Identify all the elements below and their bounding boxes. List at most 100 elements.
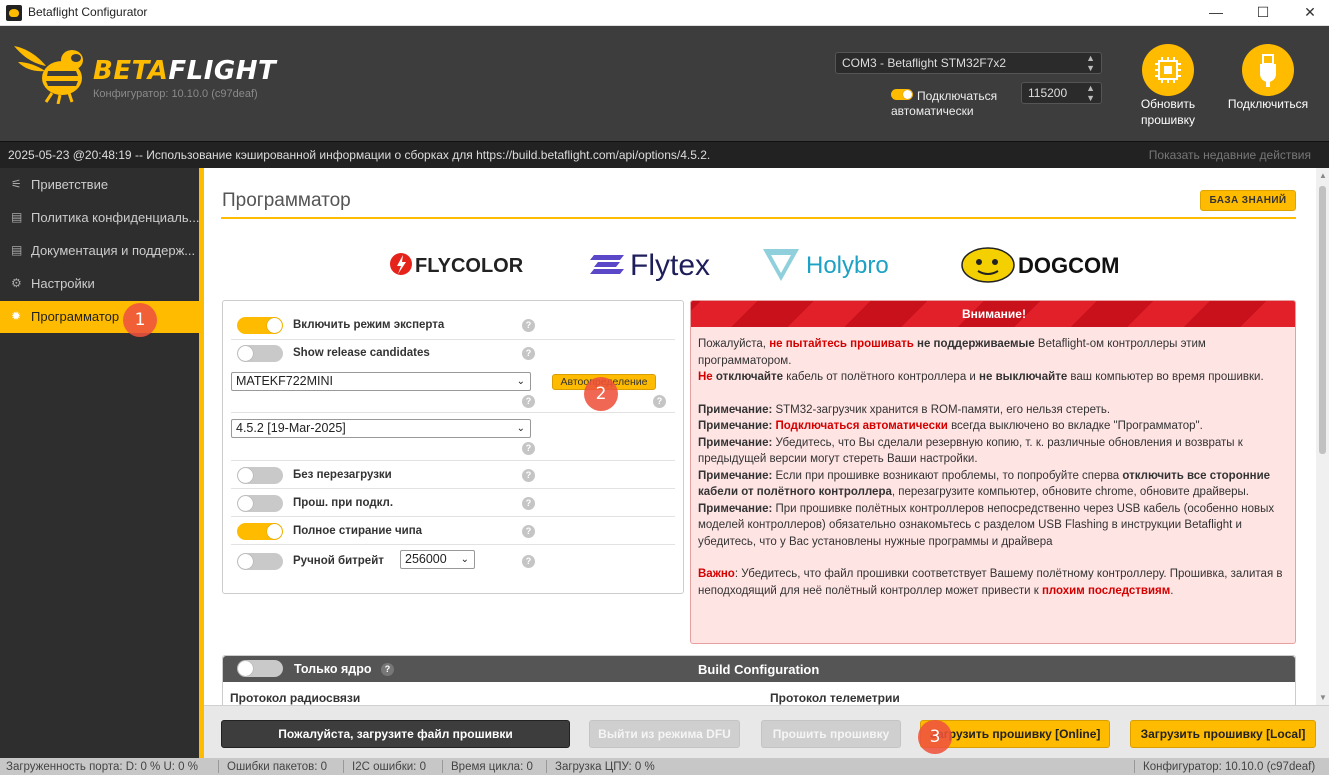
full-erase-toggle[interactable] xyxy=(237,523,283,540)
sidebar-item-welcome[interactable]: ⚟ Приветствие xyxy=(0,169,199,201)
port-select[interactable]: COM3 - Betaflight STM32F7x2 ▲ ▼ xyxy=(835,52,1102,74)
divider xyxy=(231,339,675,340)
help-icon[interactable]: ? xyxy=(522,469,535,482)
help-icon[interactable]: ? xyxy=(522,395,535,408)
build-configuration-panel: Только ядро ? Build Configuration Проток… xyxy=(222,655,1296,705)
flash-on-connect-toggle[interactable] xyxy=(237,495,283,512)
cycle-time: Время цикла: 0 xyxy=(451,761,533,773)
brand-flycolor: FLYCOLOR xyxy=(389,243,557,285)
connect-label: Подключиться xyxy=(1227,97,1309,111)
cpu-load: Загрузка ЦПУ: 0 % xyxy=(555,761,655,773)
help-icon[interactable]: ? xyxy=(522,497,535,510)
svg-text:Flytex: Flytex xyxy=(630,249,710,282)
help-icon[interactable]: ? xyxy=(522,555,535,568)
help-icon[interactable]: ? xyxy=(522,442,535,455)
plug-icon: ⚟ xyxy=(11,177,22,191)
help-icon[interactable]: ? xyxy=(381,663,394,676)
status-bar: Загруженность порта: D: 0 % U: 0 % Ошибк… xyxy=(0,758,1329,775)
title-underline xyxy=(221,217,1296,219)
knowledge-base-button[interactable]: БАЗА ЗНАНИЙ xyxy=(1200,190,1296,211)
step-marker-1: 1 xyxy=(123,303,157,337)
connect-button[interactable] xyxy=(1242,44,1294,96)
minimize-button[interactable]: — xyxy=(1193,0,1239,26)
brand-holybro: Holybro xyxy=(760,243,930,285)
update-firmware-button[interactable] xyxy=(1142,44,1194,96)
window-title: Betaflight Configurator xyxy=(28,5,148,19)
document-icon: ▤ xyxy=(11,243,23,257)
help-icon[interactable]: ? xyxy=(522,525,535,538)
brand-wordmark: BETAFLIGHT xyxy=(93,56,277,86)
divider xyxy=(231,488,675,489)
gear-icon: ⚙ xyxy=(11,276,22,290)
brand-flytex: Flytex xyxy=(590,243,730,285)
divider xyxy=(231,516,675,517)
sidebar-item-settings[interactable]: ⚙ Настройки xyxy=(0,268,199,300)
help-icon[interactable]: ? xyxy=(522,347,535,360)
warning-box: Внимание! Пожалуйста, не пытайтесь проши… xyxy=(690,300,1296,644)
action-bar: Пожалуйста, загрузите файл прошивки Выйт… xyxy=(204,705,1329,758)
show-recent-actions-link[interactable]: Показать недавние действия xyxy=(1149,148,1311,162)
i2c-errors: I2C ошибки: 0 xyxy=(352,761,426,773)
load-firmware-file-button[interactable]: Пожалуйста, загрузите файл прошивки xyxy=(221,720,570,748)
manual-baud-toggle[interactable] xyxy=(237,553,283,570)
chevron-down-icon: ⌄ xyxy=(516,376,525,387)
firmware-version-select[interactable]: 4.5.2 [19-Mar-2025] ⌄ xyxy=(231,419,531,438)
chip-icon xyxy=(1155,57,1181,83)
scrollbar-thumb[interactable] xyxy=(1319,186,1326,454)
divider xyxy=(231,412,675,413)
window-titlebar: Betaflight Configurator — ☐ ✕ xyxy=(0,0,1329,26)
page-title: Программатор xyxy=(222,190,351,211)
baud-select[interactable]: 115200 ▲ ▼ xyxy=(1021,82,1102,104)
warning-body: Пожалуйста, не пытайтесь прошивать не по… xyxy=(698,338,1283,597)
sidebar-item-firmware-flasher[interactable]: ✹ Программатор xyxy=(0,301,199,333)
close-button[interactable]: ✕ xyxy=(1287,0,1329,26)
maximize-button[interactable]: ☐ xyxy=(1240,0,1286,26)
chevron-down-icon: ⌄ xyxy=(460,554,469,565)
release-candidates-toggle[interactable] xyxy=(237,345,283,362)
packet-errors: Ошибки пакетов: 0 xyxy=(227,761,328,773)
auto-connect-label-2: автоматически xyxy=(891,104,974,118)
main-content: Программатор БАЗА ЗНАНИЙ FLYCOLOR Flytex… xyxy=(204,168,1316,705)
help-icon[interactable]: ? xyxy=(653,395,666,408)
log-bar: 2025-05-23 @20:48:19 -- Использование кэ… xyxy=(0,141,1329,168)
no-reboot-toggle[interactable] xyxy=(237,467,283,484)
warning-title: Внимание! xyxy=(962,307,1026,321)
app-icon xyxy=(6,5,22,21)
divider xyxy=(231,460,675,461)
main-scrollbar[interactable]: ▲ ▼ xyxy=(1316,168,1329,705)
sidebar-item-privacy[interactable]: ▤ Политика конфиденциаль... xyxy=(0,202,200,234)
exit-dfu-button[interactable]: Выйти из режима DFU xyxy=(589,720,740,748)
document-icon: ▤ xyxy=(11,210,23,224)
step-marker-2: 2 xyxy=(584,377,618,411)
brand-dogcom: DOGCOM xyxy=(960,243,1128,285)
radio-protocol-label: Протокол радиосвязи xyxy=(230,691,361,705)
chevron-down-icon: ⌄ xyxy=(516,423,525,434)
chip-icon: ✹ xyxy=(11,309,22,323)
svg-text:DOGCOM: DOGCOM xyxy=(1018,253,1119,278)
expert-mode-toggle[interactable] xyxy=(237,317,283,334)
auto-connect-toggle[interactable] xyxy=(891,89,913,100)
step-marker-3: 3 xyxy=(918,720,952,754)
board-select[interactable]: MATEKF722MINI ⌄ xyxy=(231,372,531,391)
sidebar-item-documentation[interactable]: ▤ Документация и поддерж... xyxy=(0,235,199,267)
port-utilization: Загруженность порта: D: 0 % U: 0 % xyxy=(6,761,198,773)
scroll-down-icon[interactable]: ▼ xyxy=(1319,693,1327,702)
flash-firmware-button[interactable]: Прошить прошивку xyxy=(761,720,901,748)
log-message: 2025-05-23 @20:48:19 -- Использование кэ… xyxy=(8,148,711,162)
betaflight-bee-logo-icon xyxy=(14,46,83,104)
configurator-version-status: Конфигуратор: 10.10.0 (c97deaf) xyxy=(1143,761,1316,773)
scroll-up-icon[interactable]: ▲ xyxy=(1319,171,1327,180)
build-configuration-header: Только ядро ? Build Configuration xyxy=(223,656,1295,682)
telemetry-protocol-label: Протокол телеметрии xyxy=(770,691,900,705)
core-only-toggle[interactable] xyxy=(237,660,283,677)
manual-baud-select[interactable]: 256000 ⌄ xyxy=(400,550,475,569)
select-arrows-icon: ▲ ▼ xyxy=(1086,53,1095,73)
divider xyxy=(231,544,675,545)
svg-text:Holybro: Holybro xyxy=(806,252,889,279)
help-icon[interactable]: ? xyxy=(522,319,535,332)
app-header: BETAFLIGHT Конфигуратор: 10.10.0 (c97dea… xyxy=(0,26,1329,141)
usb-plug-icon xyxy=(1260,54,1276,87)
flash-options-panel: Включить режим эксперта ? Show release c… xyxy=(222,300,684,594)
svg-text:FLYCOLOR: FLYCOLOR xyxy=(415,255,524,277)
load-firmware-local-button[interactable]: Загрузить прошивку [Local] xyxy=(1130,720,1316,748)
